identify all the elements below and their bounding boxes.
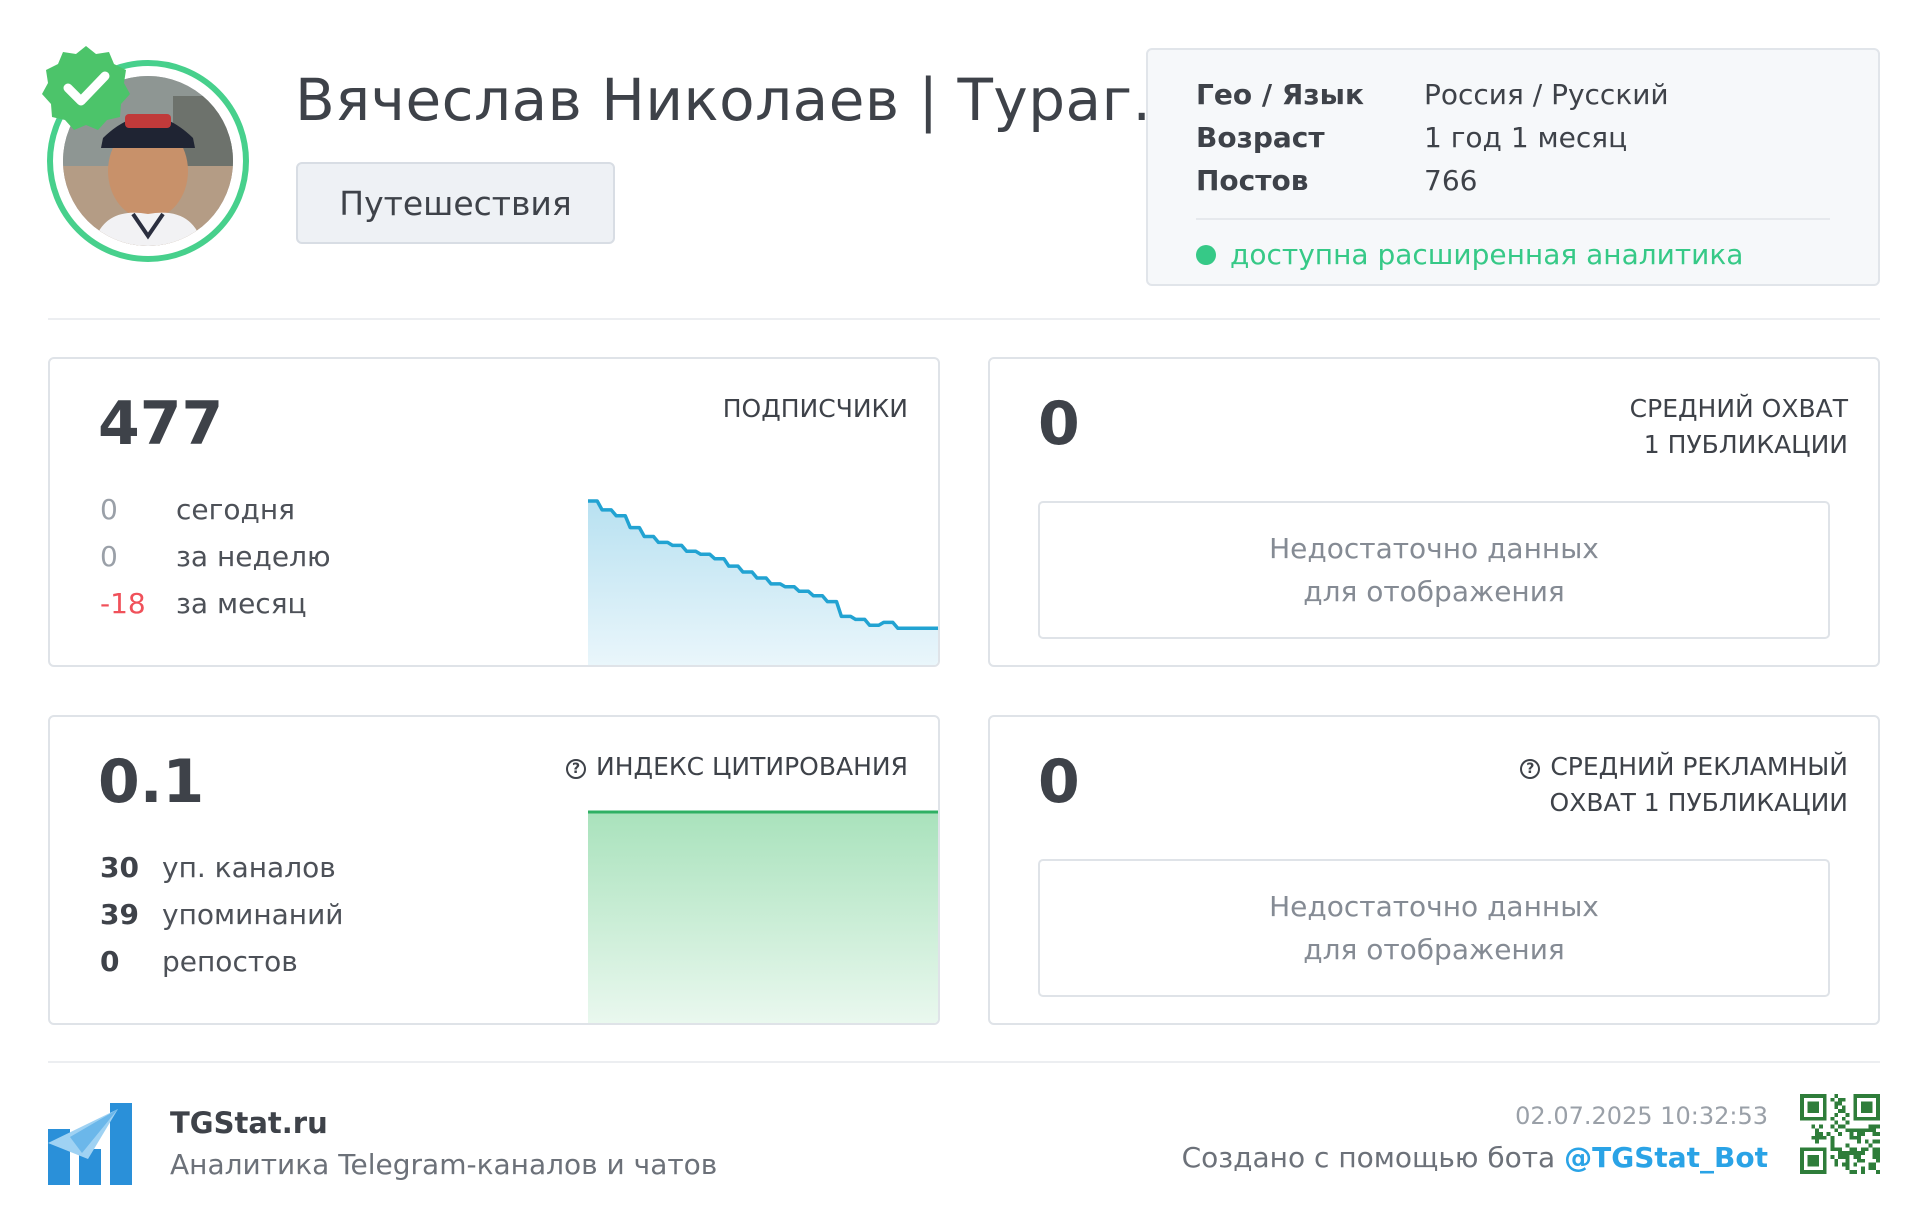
- category-badge[interactable]: Путешествия: [296, 162, 615, 244]
- avg-reach-card: 0 СРЕДНИЙ ОХВАТ 1 ПУБЛИКАЦИИ Недостаточн…: [988, 357, 1880, 667]
- qr-code-icon: [1800, 1094, 1880, 1174]
- stat-month-value: -18: [100, 587, 146, 620]
- avg-reach-value: 0: [1038, 389, 1080, 459]
- ad-reach-value: 0: [1038, 747, 1080, 817]
- geo-value: Россия / Русский: [1424, 78, 1669, 111]
- analytics-status: доступна расширенная аналитика: [1196, 238, 1743, 271]
- citation-area: [588, 812, 938, 1023]
- stat-week-value: 0: [100, 540, 118, 573]
- stat-channels-value: 30: [100, 851, 139, 884]
- stat-week-label: за неделю: [176, 540, 331, 573]
- help-icon[interactable]: ?: [1520, 759, 1541, 779]
- nodata-line2: для отображения: [1303, 933, 1565, 966]
- tgstat-logo-icon[interactable]: [48, 1103, 132, 1185]
- stat-today-value: 0: [100, 493, 118, 526]
- posts-value: 766: [1424, 164, 1478, 197]
- stat-mentions-label: упоминаний: [162, 898, 344, 931]
- stat-channels-label: уп. каналов: [162, 851, 336, 884]
- channel-info-box: Гео / Язык Россия / Русский Возраст 1 го…: [1146, 48, 1880, 286]
- stat-reposts-label: репостов: [162, 945, 298, 978]
- citation-chart: [588, 810, 938, 1023]
- nodata-line1: Недостаточно данных: [1269, 890, 1599, 923]
- ad-reach-label-line2: ОХВАТ 1 ПУБЛИКАЦИИ: [1549, 788, 1848, 817]
- stat-mentions-value: 39: [100, 898, 139, 931]
- footer-divider: [48, 1061, 1880, 1063]
- geo-label: Гео / Язык: [1196, 78, 1364, 111]
- help-icon[interactable]: ?: [566, 759, 587, 779]
- subscribers-value: 477: [98, 389, 224, 459]
- status-dot-icon: [1196, 244, 1216, 265]
- ad-reach-card: 0 ? СРЕДНИЙ РЕКЛАМНЫЙ ОХВАТ 1 ПУБЛИКАЦИИ …: [988, 715, 1880, 1025]
- posts-label: Постов: [1196, 164, 1309, 197]
- ad-reach-label: ? СРЕДНИЙ РЕКЛАМНЫЙ ОХВАТ 1 ПУБЛИКАЦИИ: [1520, 749, 1848, 821]
- brand-tagline: Аналитика Telegram-каналов и чатов: [170, 1148, 718, 1181]
- stat-today-label: сегодня: [176, 493, 295, 526]
- citation-card: 0.1 ? ИНДЕКС ЦИТИРОВАНИЯ 30 уп. каналов 3…: [48, 715, 940, 1025]
- avg-reach-nodata: Недостаточно данных для отображения: [1038, 501, 1830, 639]
- created-text: Создано с помощью бота: [1181, 1141, 1556, 1174]
- sparkline-area: [588, 501, 938, 665]
- avg-reach-label: СРЕДНИЙ ОХВАТ 1 ПУБЛИКАЦИИ: [1630, 391, 1848, 463]
- verified-badge-icon: [42, 46, 130, 130]
- bot-link[interactable]: @TGStat_Bot: [1564, 1141, 1768, 1174]
- channel-title: Вячеслав Николаев | Тураг...: [295, 66, 1190, 134]
- citation-value: 0.1: [98, 747, 205, 817]
- avg-reach-label-line2: 1 ПУБЛИКАЦИИ: [1643, 430, 1848, 459]
- info-divider: [1196, 218, 1830, 220]
- stat-reposts-value: 0: [100, 945, 120, 978]
- nodata-line2: для отображения: [1303, 575, 1565, 608]
- ad-reach-label-line1: СРЕДНИЙ РЕКЛАМНЫЙ: [1550, 752, 1848, 781]
- age-label: Возраст: [1196, 121, 1325, 154]
- analytics-text: доступна расширенная аналитика: [1230, 238, 1744, 271]
- timestamp: 02.07.2025 10:32:53: [1515, 1102, 1768, 1130]
- subscribers-card: 477 ПОДПИСЧИКИ 0 сегодня 0 за неделю -18…: [48, 357, 940, 667]
- header-divider: [48, 318, 1880, 320]
- brand-name[interactable]: TGStat.ru: [170, 1106, 328, 1140]
- age-value: 1 год 1 месяц: [1424, 121, 1628, 154]
- avg-reach-label-line1: СРЕДНИЙ ОХВАТ: [1629, 394, 1848, 423]
- nodata-line1: Недостаточно данных: [1269, 532, 1599, 565]
- stat-month-label: за месяц: [176, 587, 307, 620]
- created-by: Создано с помощью бота @TGStat_Bot: [1182, 1141, 1768, 1174]
- ad-reach-nodata: Недостаточно данных для отображения: [1038, 859, 1830, 997]
- subscribers-sparkline: [588, 499, 938, 665]
